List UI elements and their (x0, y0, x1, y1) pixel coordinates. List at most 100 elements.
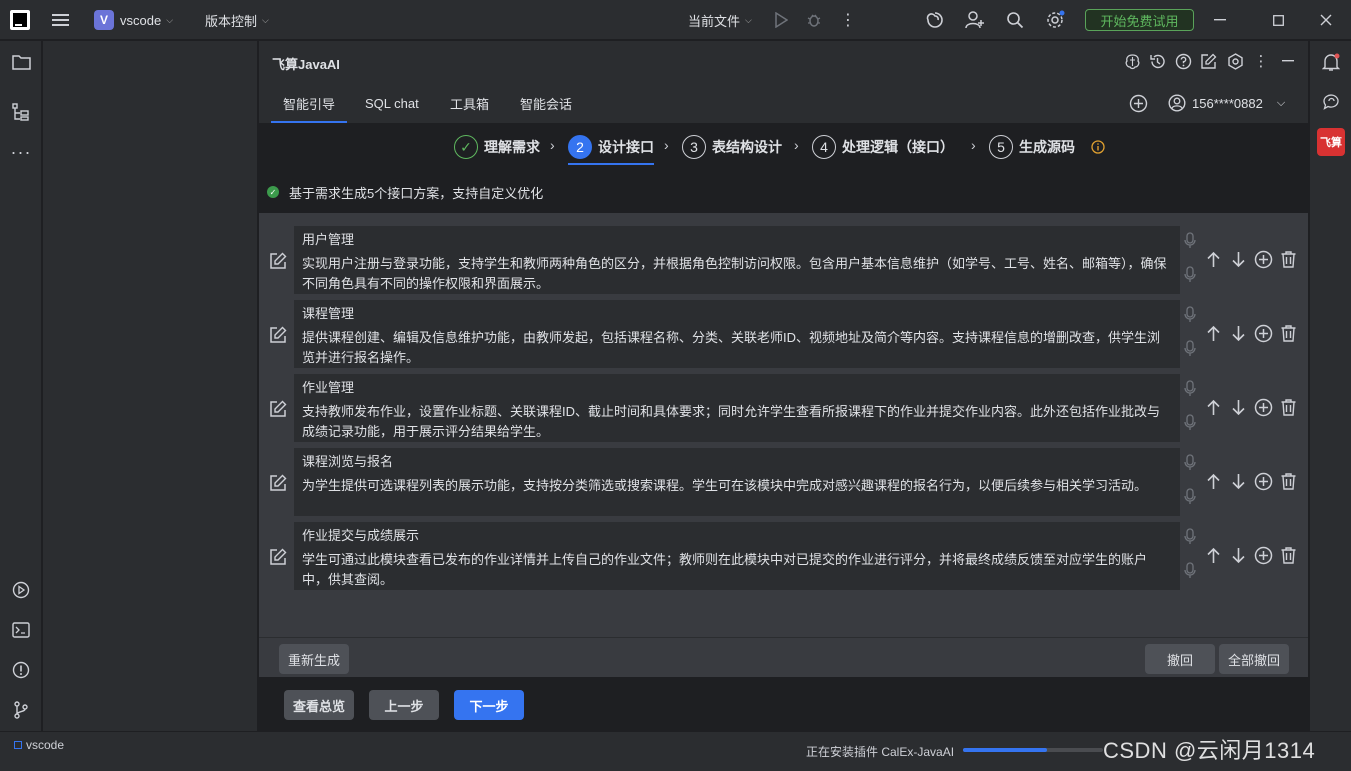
left-toolbar: ··· (0, 41, 42, 731)
minimize-icon[interactable] (1210, 10, 1230, 30)
edit-icon[interactable] (269, 400, 287, 418)
move-down-icon[interactable] (1229, 398, 1248, 420)
plugin-more-icon[interactable]: ⋮ (1253, 52, 1269, 70)
move-up-icon[interactable] (1204, 546, 1223, 568)
try-free-button[interactable]: 开始免费试用 (1085, 9, 1194, 31)
step-5[interactable]: 5 生成源码 (989, 135, 1075, 159)
undo-all-button[interactable]: 全部撤回 (1219, 644, 1289, 674)
move-down-icon[interactable] (1229, 472, 1248, 494)
edit-icon[interactable] (269, 252, 287, 270)
mic-icon[interactable] (1183, 266, 1197, 284)
delete-icon[interactable] (1279, 472, 1298, 494)
tab-smart-chat[interactable]: 智能会话 (520, 83, 572, 123)
feisuan-logo[interactable]: 飞算 (1317, 128, 1345, 156)
next-step-button[interactable]: 下一步 (454, 690, 524, 720)
step-3[interactable]: 3 表结构设计 (682, 135, 782, 159)
delete-icon[interactable] (1279, 324, 1298, 346)
plugin-settings-icon[interactable] (1226, 52, 1244, 70)
edit-icon[interactable] (269, 326, 287, 344)
move-down-icon[interactable] (1229, 250, 1248, 272)
interface-description: 实现用户注册与登录功能，支持学生和教师两种角色的区分，并根据角色控制访问权限。包… (302, 256, 1167, 291)
mic-icon[interactable] (1183, 528, 1197, 546)
step-label: 处理逻辑（接口） (842, 139, 954, 155)
regenerate-button[interactable]: 重新生成 (279, 644, 349, 674)
mic-icon[interactable] (1183, 562, 1197, 580)
hide-panel-icon[interactable] (1279, 52, 1297, 70)
add-user-icon[interactable] (965, 10, 985, 30)
help-icon[interactable] (1174, 52, 1192, 70)
move-down-icon[interactable] (1229, 546, 1248, 568)
interface-card[interactable]: 课程浏览与报名 为学生提供可选课程列表的展示功能，支持按分类筛选或搜索课程。学生可… (294, 448, 1180, 516)
run-config-label: 当前文件 (688, 13, 741, 29)
interface-card[interactable]: 课程管理 提供课程创建、编辑及信息维护功能，由教师发起，包括课程名称、分类、关联老… (294, 300, 1180, 368)
move-up-icon[interactable] (1204, 324, 1223, 346)
more-tools-icon[interactable]: ··· (11, 142, 31, 162)
delete-icon[interactable] (1279, 546, 1298, 568)
plugin-title: 飞算JavaAI (272, 57, 340, 72)
ai-chat-icon[interactable] (1321, 92, 1341, 112)
mic-icon[interactable] (1183, 232, 1197, 250)
tab-toolbox[interactable]: 工具箱 (450, 83, 489, 123)
edit-icon[interactable] (269, 474, 287, 492)
info-icon[interactable] (1090, 139, 1106, 155)
edit-note-icon[interactable] (1199, 52, 1217, 70)
tab-smart-guide[interactable]: 智能引导 (270, 83, 348, 123)
terminal-icon[interactable] (11, 620, 31, 640)
add-row-icon[interactable] (1254, 250, 1273, 272)
mic-icon[interactable] (1183, 454, 1197, 472)
debug-icon[interactable] (805, 11, 823, 29)
edit-icon[interactable] (269, 548, 287, 566)
add-row-icon[interactable] (1254, 472, 1273, 494)
structure-icon[interactable] (11, 102, 31, 122)
mic-icon[interactable] (1183, 380, 1197, 398)
status-project[interactable]: vscode (14, 738, 64, 752)
move-up-icon[interactable] (1204, 472, 1223, 494)
notifications-icon[interactable] (1321, 52, 1341, 72)
move-up-icon[interactable] (1204, 250, 1223, 272)
maximize-icon[interactable] (1268, 10, 1288, 30)
prev-step-button[interactable]: 上一步 (369, 690, 439, 720)
mic-icon[interactable] (1183, 306, 1197, 324)
more-actions-icon[interactable]: ⋮ (840, 11, 856, 29)
folder-icon[interactable] (11, 52, 31, 72)
services-icon[interactable] (11, 580, 31, 600)
step-1[interactable]: ✓ 理解需求 (454, 135, 540, 159)
user-account[interactable]: 156****0882 ⌵ (1168, 83, 1285, 123)
add-row-icon[interactable] (1254, 398, 1273, 420)
interface-card[interactable]: 作业管理 支持教师发布作业，设置作业标题、关联课程ID、截止时间和具体要求；同时允… (294, 374, 1180, 442)
move-up-icon[interactable] (1204, 398, 1223, 420)
history-icon[interactable] (1148, 52, 1166, 70)
main-menu-icon[interactable] (50, 0, 70, 40)
overview-button[interactable]: 查看总览 (284, 690, 354, 720)
run-config-selector[interactable]: 当前文件 ⌵ (688, 0, 752, 40)
project-selector[interactable]: vscode ⌵ (120, 0, 173, 40)
vcs-menu[interactable]: 版本控制 ⌵ (205, 0, 269, 40)
add-row-icon[interactable] (1254, 324, 1273, 346)
tab-sql-chat[interactable]: SQL chat (365, 83, 419, 123)
ai-assistant-icon[interactable] (925, 10, 945, 30)
mic-icon[interactable] (1183, 340, 1197, 358)
interface-card[interactable]: 用户管理 实现用户注册与登录功能，支持学生和教师两种角色的区分，并根据角色控制访问… (294, 226, 1180, 294)
git-icon[interactable] (11, 700, 31, 720)
close-icon[interactable] (1316, 10, 1336, 30)
move-down-icon[interactable] (1229, 324, 1248, 346)
search-icon[interactable] (1005, 10, 1025, 30)
brain-icon[interactable] (1123, 52, 1141, 70)
problems-icon[interactable] (11, 660, 31, 680)
mic-icon[interactable] (1183, 414, 1197, 432)
delete-icon[interactable] (1279, 250, 1298, 272)
mic-icon[interactable] (1183, 488, 1197, 506)
run-icon[interactable] (772, 11, 790, 29)
interface-title: 作业提交与成绩展示 (302, 528, 420, 543)
settings-icon[interactable] (1044, 10, 1066, 30)
add-icon[interactable] (1128, 93, 1148, 113)
step-2[interactable]: 2 设计接口 (568, 135, 654, 165)
interface-card[interactable]: 作业提交与成绩展示 学生可通过此模块查看已发布的作业详情并上传自己的作业文件；教师… (294, 522, 1180, 590)
add-row-icon[interactable] (1254, 546, 1273, 568)
step-4[interactable]: 4 处理逻辑（接口） (812, 135, 954, 159)
chevron-right-icon: › (971, 137, 976, 153)
project-badge[interactable]: V (94, 10, 114, 30)
undo-button[interactable]: 撤回 (1145, 644, 1215, 674)
check-circle-icon: ✓ (267, 186, 279, 198)
delete-icon[interactable] (1279, 398, 1298, 420)
